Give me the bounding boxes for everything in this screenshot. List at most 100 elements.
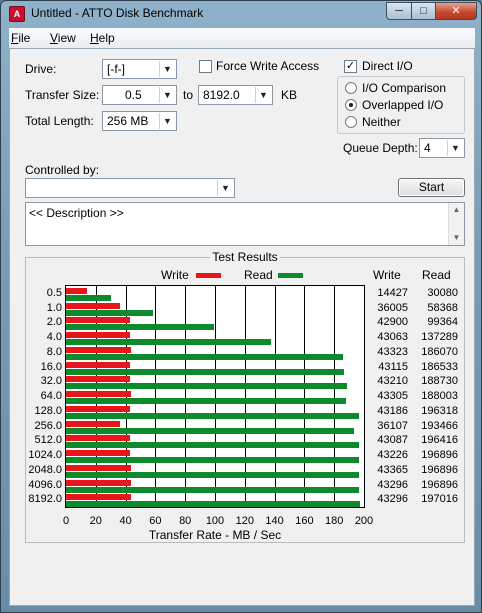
read-value: 137289 <box>421 331 458 344</box>
x-tick-label: 200 <box>354 515 374 527</box>
chevron-down-icon: ▼ <box>447 140 463 156</box>
x-tick-label: 80 <box>179 515 192 527</box>
read-value: 58368 <box>427 301 458 314</box>
menu-file[interactable]: File <box>11 31 30 45</box>
y-tick-label: 128.0 <box>34 404 62 417</box>
test-results-title: Test Results <box>26 250 464 264</box>
description-scrollbar[interactable]: ▲ ▼ <box>448 203 464 245</box>
transfer-size-from-select[interactable]: 0.5 ▼ <box>102 85 177 105</box>
queue-depth-select[interactable]: 4 ▼ <box>419 138 465 158</box>
x-tick-label: 0 <box>62 515 70 527</box>
read-bar <box>66 457 360 464</box>
menu-view-label: iew <box>57 31 76 45</box>
transfer-size-to-select[interactable]: 8192.0 ▼ <box>198 85 273 105</box>
read-bar <box>66 383 348 390</box>
transfer-rate-chart <box>65 285 365 508</box>
y-tick-label: 0.5 <box>46 287 62 299</box>
read-bar <box>66 471 360 478</box>
y-tick-label: 8192.0 <box>28 493 62 506</box>
total-length-select[interactable]: 256 MB ▼ <box>102 111 177 131</box>
x-tick-label: 160 <box>295 515 314 527</box>
scroll-down-icon[interactable]: ▼ <box>449 231 464 245</box>
transfer-size-from-value: 0.5 <box>125 88 142 102</box>
force-write-label: Force Write Access <box>216 59 320 73</box>
read-bar <box>66 353 344 360</box>
write-bar <box>66 332 131 339</box>
column-read-header: Read <box>422 268 451 282</box>
read-bar <box>66 398 347 405</box>
overlapped-io-label: Overlapped I/O <box>362 98 444 112</box>
y-tick-label: 1.0 <box>46 301 62 314</box>
minimize-button[interactable]: ─ <box>386 2 412 20</box>
overlapped-io-radio[interactable] <box>345 99 357 111</box>
write-bar <box>66 288 88 294</box>
read-value: 99364 <box>427 316 458 329</box>
test-results-title-text: Test Results <box>210 250 280 264</box>
direct-io-label: Direct I/O <box>362 59 413 73</box>
maximize-button[interactable]: □ <box>411 2 436 20</box>
description-textarea[interactable]: << Description >> ▲ ▼ <box>25 202 465 246</box>
test-results-panel: Test Results Write Read Write Read Trans… <box>25 250 465 543</box>
client-area: Drive: [-f-] ▼ Force Write Access ✓ Dire… <box>9 48 475 606</box>
write-value: 43365 <box>377 463 408 476</box>
menu-view[interactable]: View <box>50 31 76 45</box>
read-value: 196416 <box>421 434 458 447</box>
start-button[interactable]: Start <box>398 178 465 197</box>
chevron-down-icon: ▼ <box>255 87 271 103</box>
y-tick-label: 2048.0 <box>28 463 62 476</box>
chevron-down-icon: ▼ <box>217 180 233 196</box>
queue-depth-value: 4 <box>424 141 431 155</box>
to-label: to <box>183 88 194 102</box>
app-window: A Untitled - ATTO Disk Benchmark ─ □ ✕ F… <box>0 0 482 613</box>
write-bar <box>66 450 131 457</box>
chevron-down-icon: ▼ <box>159 113 175 129</box>
read-bar <box>66 427 355 434</box>
write-value: 43226 <box>377 449 408 462</box>
direct-io-checkbox[interactable]: ✓ <box>344 60 357 73</box>
total-length-label: Total Length: <box>25 114 94 128</box>
write-bar <box>66 391 131 398</box>
write-value: 36107 <box>377 419 408 432</box>
menu-view-accel: V <box>50 31 58 45</box>
write-bar <box>66 464 131 471</box>
io-comparison-radio[interactable] <box>345 82 357 94</box>
write-value: 43210 <box>377 375 408 388</box>
write-bar <box>66 435 131 442</box>
write-value: 43063 <box>377 331 408 344</box>
write-bar <box>66 302 120 309</box>
legend-write-swatch <box>196 273 221 278</box>
x-tick-label: 40 <box>119 515 132 527</box>
controlled-by-select[interactable]: ▼ <box>25 178 235 198</box>
read-bar <box>66 368 344 375</box>
drive-select[interactable]: [-f-] ▼ <box>102 59 177 79</box>
legend-read-swatch <box>278 273 303 278</box>
neither-label: Neither <box>362 115 401 129</box>
menu-help-accel: H <box>90 31 99 45</box>
write-bar <box>66 405 131 412</box>
write-bar <box>66 317 130 324</box>
total-length-value: 256 MB <box>107 114 149 128</box>
read-value: 196896 <box>421 478 458 491</box>
title-bar[interactable]: A Untitled - ATTO Disk Benchmark ─ □ ✕ <box>1 1 481 27</box>
read-value: 186533 <box>421 360 458 373</box>
scroll-up-icon[interactable]: ▲ <box>449 203 464 217</box>
menu-help[interactable]: Help <box>90 31 115 45</box>
read-bar <box>66 442 359 449</box>
neither-radio[interactable] <box>345 116 357 128</box>
chevron-down-icon: ▼ <box>159 87 175 103</box>
read-bar <box>66 412 359 419</box>
read-value: 196318 <box>421 404 458 417</box>
transfer-size-to-value: 8192.0 <box>203 88 240 102</box>
y-tick-label: 1024.0 <box>28 449 62 462</box>
y-tick-label: 16.0 <box>40 360 62 373</box>
write-bar <box>66 361 131 368</box>
read-value: 193466 <box>421 419 458 432</box>
close-button[interactable]: ✕ <box>435 2 477 20</box>
x-tick-label: 60 <box>149 515 162 527</box>
force-write-checkbox[interactable] <box>199 60 212 73</box>
drive-label: Drive: <box>25 62 57 76</box>
y-tick-label: 2.0 <box>46 316 62 329</box>
legend-read-label: Read <box>244 268 273 282</box>
write-value: 43296 <box>377 493 408 506</box>
write-bar <box>66 420 120 427</box>
